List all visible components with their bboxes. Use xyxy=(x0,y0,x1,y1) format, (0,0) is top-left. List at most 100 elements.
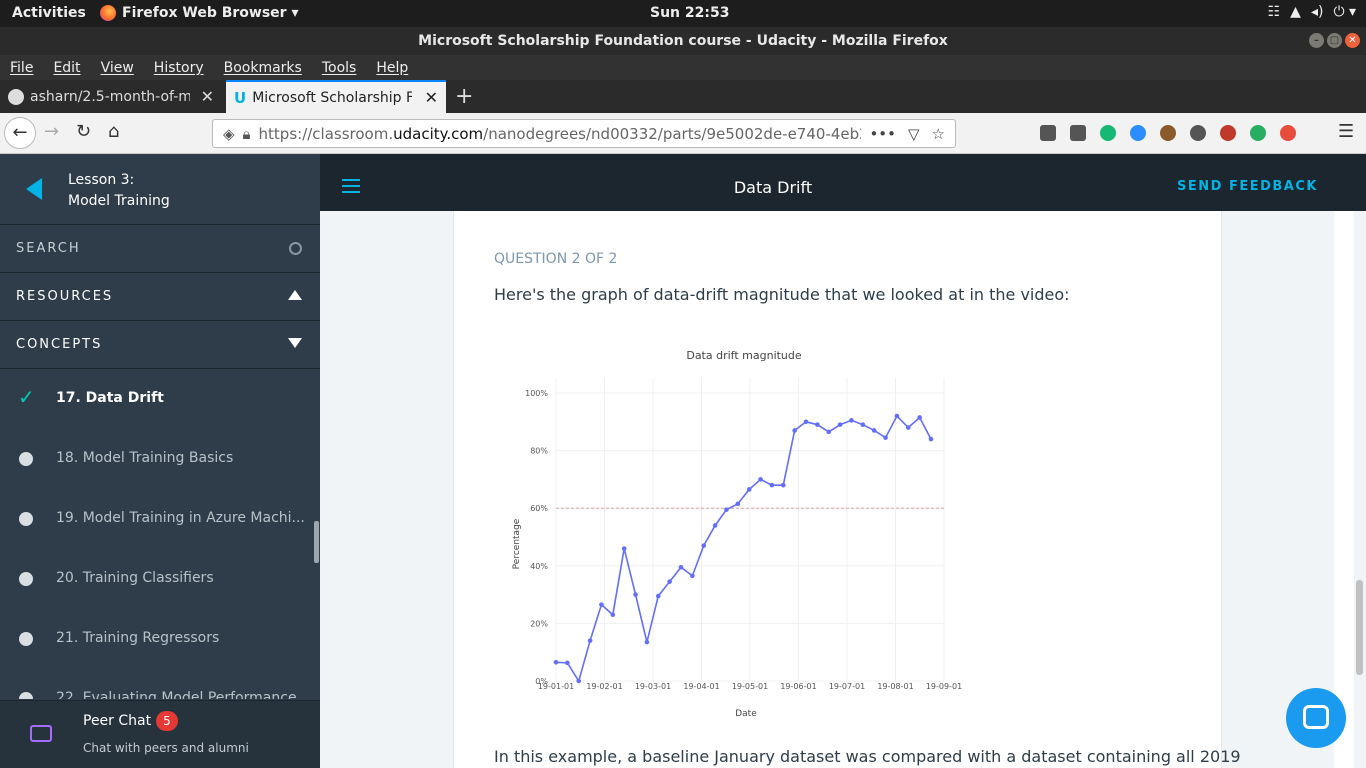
data-point xyxy=(837,422,843,427)
y-tick-label: 100% xyxy=(525,389,548,398)
close-tab-icon[interactable]: ✕ xyxy=(425,88,438,107)
x-tick-label: 19-05-01 xyxy=(732,682,768,691)
firefox-icon xyxy=(100,5,116,21)
concept-item[interactable]: 21. Training Regressors xyxy=(0,609,320,669)
y-tick-label: 60% xyxy=(530,504,548,513)
menu-view[interactable]: View xyxy=(101,60,134,76)
resources-label: RESOURCES xyxy=(16,289,114,304)
home-button[interactable]: ⌂ xyxy=(108,121,119,142)
concepts-label: CONCEPTS xyxy=(16,337,103,352)
sidebar-resources[interactable]: RESOURCES xyxy=(0,273,320,321)
forward-button[interactable]: → xyxy=(44,121,59,142)
hamburger-menu-icon[interactable]: ☰ xyxy=(1338,121,1354,142)
data-point xyxy=(576,678,582,684)
app-indicator-icon[interactable]: ☷ xyxy=(1268,4,1281,20)
power-icon[interactable]: ⏻ ▾ xyxy=(1333,4,1356,20)
incomplete-dot-icon xyxy=(19,692,33,699)
page-scrollbar[interactable] xyxy=(1356,580,1363,675)
question-intro: Here's the graph of data-drift magnitude… xyxy=(494,285,1070,304)
extension-icon[interactable] xyxy=(1040,125,1056,141)
system-tray[interactable]: ☷ ▲ ◂) ⏻ ▾ xyxy=(1268,4,1356,20)
back-arrow-icon[interactable] xyxy=(26,178,42,200)
window-title: Microsoft Scholarship Foundation course … xyxy=(418,33,948,49)
data-point xyxy=(780,482,786,488)
new-tab-button[interactable]: + xyxy=(455,84,473,109)
peer-chat[interactable]: Peer Chat 5 Chat with peers and alumni xyxy=(0,700,320,768)
peer-chat-subtitle: Chat with peers and alumni xyxy=(83,741,249,755)
extension-icon[interactable] xyxy=(1280,125,1296,141)
lesson-header[interactable]: Lesson 3: Model Training xyxy=(0,154,320,225)
menu-tools[interactable]: Tools xyxy=(322,60,357,76)
extension-icon[interactable] xyxy=(1070,125,1086,141)
pocket-icon[interactable]: ▽ xyxy=(908,125,920,143)
support-chat-button[interactable] xyxy=(1286,688,1346,748)
chart-title: Data drift magnitude xyxy=(686,349,802,362)
tab-github[interactable]: asharn/2.5-month-of-mic ✕ xyxy=(0,80,222,113)
data-point xyxy=(701,543,707,548)
data-point xyxy=(633,592,638,597)
extension-icon[interactable] xyxy=(1130,125,1146,141)
data-point xyxy=(655,593,661,599)
data-point xyxy=(803,419,809,425)
extension-icon[interactable] xyxy=(1220,125,1236,141)
data-point xyxy=(815,422,820,427)
concept-item[interactable]: 18. Model Training Basics xyxy=(0,429,320,489)
menu-history[interactable]: History xyxy=(154,60,204,76)
reload-button[interactable]: ↻ xyxy=(76,121,91,142)
concept-label: 19. Model Training in Azure Machi... xyxy=(56,510,305,526)
close-tab-icon[interactable]: ✕ xyxy=(201,87,214,106)
data-point xyxy=(746,487,752,492)
app-menu[interactable]: Firefox Web Browser ▾ xyxy=(100,5,298,21)
tracking-shield-icon[interactable]: ◈ xyxy=(223,125,235,143)
data-point xyxy=(565,660,570,666)
concept-item[interactable]: 22. Evaluating Model Performance xyxy=(0,669,320,699)
data-point xyxy=(621,546,627,551)
volume-icon[interactable]: ◂) xyxy=(1311,4,1324,20)
incomplete-dot-icon xyxy=(19,452,33,466)
menu-bookmarks[interactable]: Bookmarks xyxy=(224,60,302,76)
sidebar-scrollbar[interactable] xyxy=(314,521,319,563)
extension-icon[interactable] xyxy=(1100,125,1116,141)
close-window-button[interactable]: ✕ xyxy=(1345,33,1360,48)
maximize-button[interactable]: ▢ xyxy=(1327,33,1342,48)
menu-edit[interactable]: Edit xyxy=(53,60,80,76)
sidebar-concepts[interactable]: CONCEPTS xyxy=(0,321,320,369)
classroom-sidebar: Lesson 3: Model Training SEARCH RESOURCE… xyxy=(0,154,320,768)
window-titlebar: Microsoft Scholarship Foundation course … xyxy=(0,27,1366,55)
content-header: Data Drift SEND FEEDBACK xyxy=(320,154,1366,211)
extension-icon[interactable] xyxy=(1250,125,1266,141)
menu-help[interactable]: Help xyxy=(376,60,408,76)
question-counter: QUESTION 2 OF 2 xyxy=(494,251,618,267)
page-actions-icon[interactable]: ••• xyxy=(869,125,896,143)
data-point xyxy=(894,413,900,419)
checkmark-icon: ✓ xyxy=(18,385,35,409)
wifi-icon[interactable]: ▲ xyxy=(1290,4,1301,20)
back-button[interactable]: ← xyxy=(4,117,36,149)
extension-icon[interactable] xyxy=(1190,125,1206,141)
menu-file[interactable]: File xyxy=(10,60,33,76)
tab-strip: asharn/2.5-month-of-mic ✕ U Microsoft Sc… xyxy=(0,80,1366,113)
github-icon xyxy=(8,88,24,105)
y-tick-label: 20% xyxy=(530,619,548,628)
data-point xyxy=(769,482,775,488)
send-feedback-link[interactable]: SEND FEEDBACK xyxy=(1177,179,1318,194)
url-bar[interactable]: ◈ 🔒︎ https://classroom.udacity.com/nanod… xyxy=(212,119,956,148)
concept-item[interactable]: 20. Training Classifiers xyxy=(0,549,320,609)
minimize-button[interactable]: – xyxy=(1309,33,1324,48)
activities-button[interactable]: Activities xyxy=(12,5,86,21)
lock-icon[interactable]: 🔒︎ xyxy=(243,125,251,143)
data-drift-chart: Data drift magnitude0%20%40%60%80%100%19… xyxy=(512,349,962,719)
series-line xyxy=(555,414,932,683)
extension-icon[interactable] xyxy=(1160,125,1176,141)
tab-udacity[interactable]: U Microsoft Scholarship Fo ✕ xyxy=(226,80,446,113)
sidebar-search[interactable]: SEARCH xyxy=(0,225,320,273)
bookmark-star-icon[interactable]: ☆ xyxy=(932,125,945,143)
chat-bubble-icon xyxy=(1303,705,1329,729)
data-point xyxy=(678,564,684,570)
search-icon[interactable] xyxy=(289,242,302,255)
concept-item[interactable]: 19. Model Training in Azure Machi... xyxy=(0,489,320,549)
url-text[interactable]: https://classroom.udacity.com/nanodegree… xyxy=(259,125,862,143)
data-point xyxy=(599,602,604,607)
concept-item[interactable]: ✓ 17. Data Drift xyxy=(0,369,320,429)
clock[interactable]: Sun 22:53 xyxy=(650,5,729,21)
